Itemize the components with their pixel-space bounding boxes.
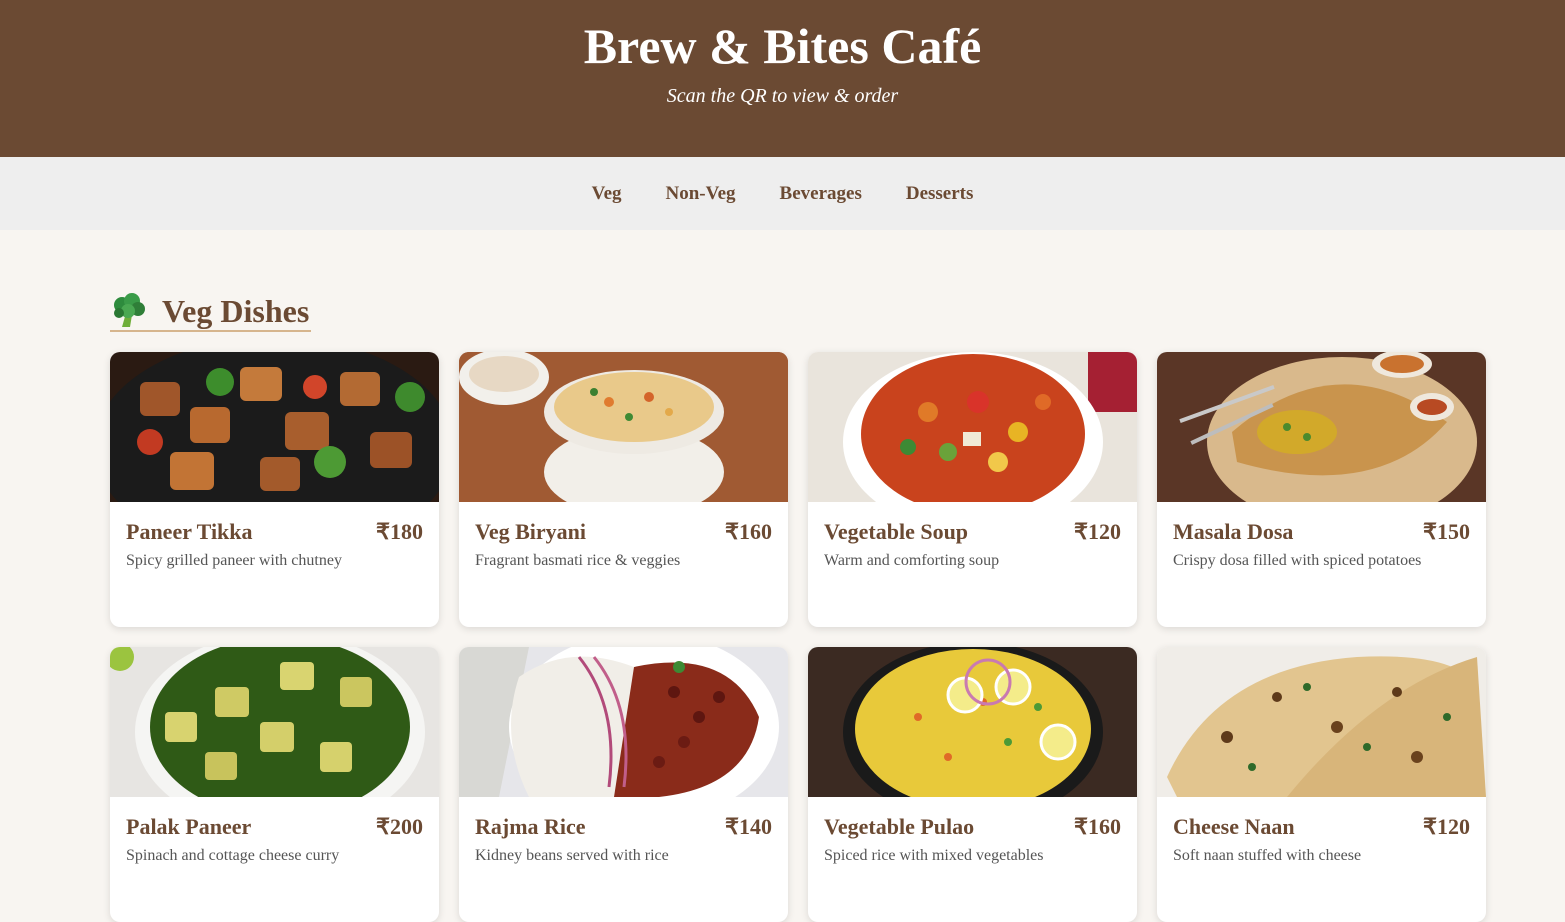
dish-card[interactable]: Vegetable Pulao ₹160 Spiced rice with mi…: [808, 647, 1137, 922]
nav-link-veg[interactable]: Veg: [592, 181, 622, 207]
dish-description: Warm and comforting soup: [824, 552, 1000, 569]
dish-description: Soft naan stuffed with cheese: [1173, 847, 1362, 864]
cafe-subtitle: Scan the QR to view & order: [666, 85, 899, 107]
paneer-tikka-photo: [110, 352, 439, 502]
dish-description: Spicy grilled paneer with chutney: [126, 552, 342, 569]
page-header: Brew & Bites Café Scan the QR to view & …: [0, 0, 1565, 157]
dish-price: ₹160: [725, 519, 772, 544]
dish-name: Rajma Rice: [475, 814, 586, 839]
dish-description: Crispy dosa filled with spiced potatoes: [1173, 552, 1422, 569]
dish-name: Masala Dosa: [1173, 519, 1294, 544]
category-nav: Veg Non-Veg Beverages Desserts: [0, 157, 1565, 230]
dish-price: ₹200: [376, 814, 423, 839]
dish-name: Paneer Tikka: [126, 519, 253, 544]
dish-card[interactable]: Vegetable Soup ₹120 Warm and comforting …: [808, 352, 1137, 627]
cafe-title: Brew & Bites Café: [583, 18, 982, 74]
dish-description: Spiced rice with mixed vegetables: [824, 847, 1044, 864]
vegetable-soup-photo: [808, 352, 1137, 502]
dish-grid: Paneer Tikka ₹180 Spicy grilled paneer w…: [110, 352, 1486, 922]
dish-card[interactable]: Cheese Naan ₹120 Soft naan stuffed with …: [1157, 647, 1486, 922]
dish-description: Spinach and cottage cheese curry: [126, 847, 340, 864]
dish-name: Palak Paneer: [126, 814, 252, 839]
dish-name: Vegetable Pulao: [824, 814, 975, 839]
dish-card[interactable]: Paneer Tikka ₹180 Spicy grilled paneer w…: [110, 352, 439, 627]
dish-price: ₹180: [376, 519, 423, 544]
nav-link-desserts[interactable]: Desserts: [906, 181, 974, 207]
dish-price: ₹120: [1423, 814, 1470, 839]
dish-name: Veg Biryani: [475, 519, 587, 544]
dish-card[interactable]: Rajma Rice ₹140 Kidney beans served with…: [459, 647, 788, 922]
dish-card[interactable]: Veg Biryani ₹160 Fragrant basmati rice &…: [459, 352, 788, 627]
cheese-naan-photo: [1157, 647, 1486, 797]
dish-name: Cheese Naan: [1173, 814, 1295, 839]
broccoli-icon: [114, 293, 145, 327]
dish-price: ₹140: [725, 814, 772, 839]
dish-name: Vegetable Soup: [824, 519, 969, 544]
dish-price: ₹160: [1074, 814, 1121, 839]
palak-paneer-photo: [110, 647, 439, 797]
section-title: Veg Dishes: [162, 293, 310, 329]
nav-link-non-veg[interactable]: Non-Veg: [666, 181, 736, 207]
masala-dosa-photo: [1157, 352, 1486, 502]
dish-price: ₹150: [1423, 519, 1470, 544]
dish-card[interactable]: Masala Dosa ₹150 Crispy dosa filled with…: [1157, 352, 1486, 627]
dish-description: Fragrant basmati rice & veggies: [475, 552, 681, 569]
nav-link-beverages[interactable]: Beverages: [780, 181, 862, 207]
dish-description: Kidney beans served with rice: [475, 847, 669, 864]
veg-biryani-photo: [459, 352, 788, 502]
section-heading: Veg Dishes: [110, 292, 312, 332]
dish-card[interactable]: Palak Paneer ₹200 Spinach and cottage ch…: [110, 647, 439, 922]
vegetable-pulao-photo: [808, 647, 1137, 797]
rajma-rice-photo: [459, 647, 788, 797]
dish-price: ₹120: [1074, 519, 1121, 544]
